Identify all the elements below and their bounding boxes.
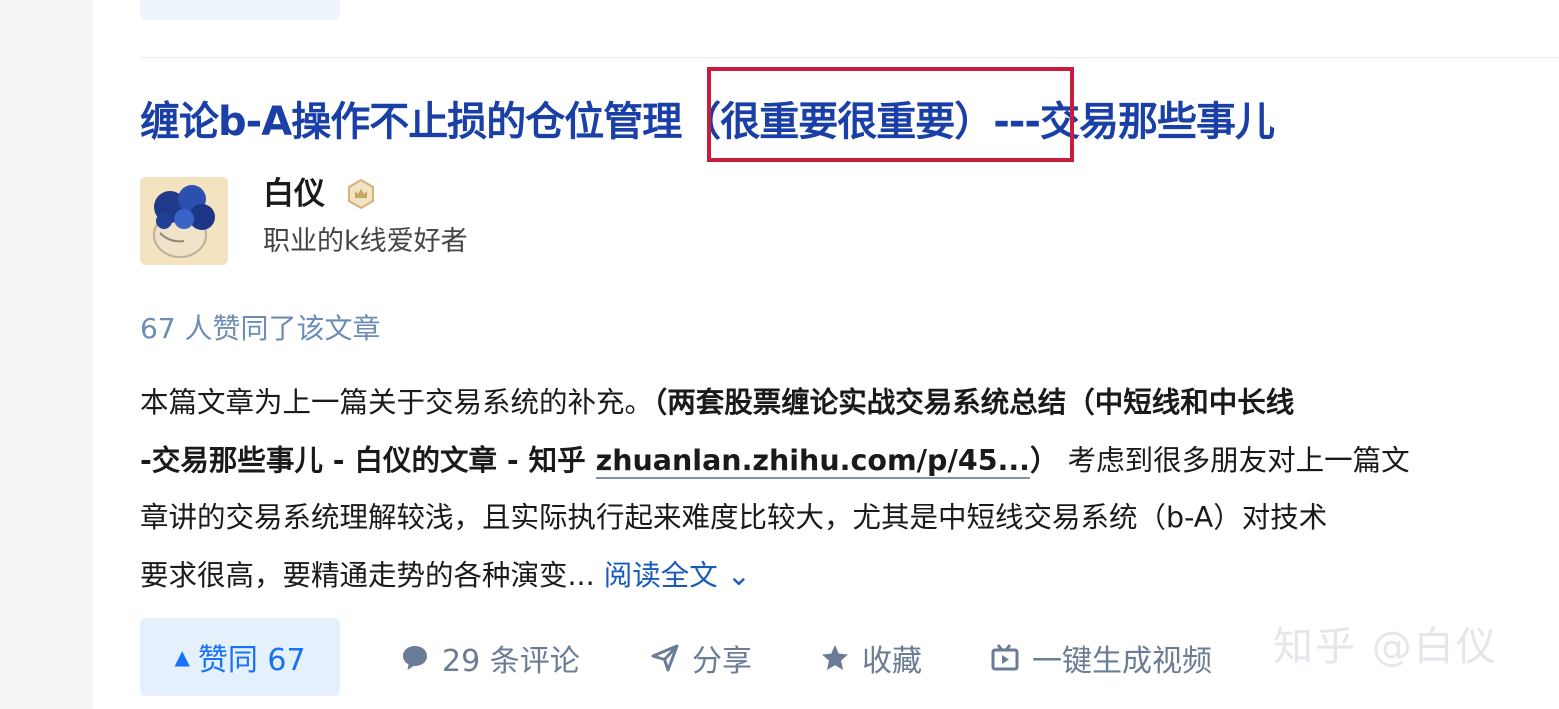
excerpt-bold-text: ） (1030, 443, 1059, 477)
share-icon (651, 644, 679, 672)
excerpt-text: 考虑到很多朋友对上一篇文 (1067, 443, 1410, 477)
comments-button[interactable]: 29 条评论 (400, 636, 580, 680)
star-icon (822, 645, 848, 670)
upvote-button[interactable]: ▲ 赞同 67 (140, 618, 340, 696)
action-bar: ▲ 赞同 67 29 条评论 分享 收藏 一键生成视频 知乎 @白仪 (140, 618, 1559, 696)
article-title[interactable]: 缠论b-A操作不止损的仓位管理（很重要很重要）---交易那些事儿 (140, 92, 1275, 152)
video-icon (991, 644, 1019, 671)
comments-label: 29 条评论 (442, 644, 580, 679)
generate-video-label: 一键生成视频 (1032, 644, 1212, 679)
badge-icon (345, 178, 377, 210)
title-text-pre: 缠论b-A操作不止损的仓位管理 (140, 99, 682, 145)
read-more-label: 阅读全文 (603, 558, 718, 592)
excerpt-line: -交易那些事儿 - 白仪的文章 - 知乎 zhuanlan.zhihu.com/… (140, 432, 1559, 490)
author-bio: 职业的k线爱好者 (263, 226, 468, 257)
excerpt-bold-text: （两套股票缠论实战交易系统总结（中短线和中长线 (653, 386, 1295, 419)
excerpt-text: 要求很高，要精通走势的各种演变... (140, 558, 595, 592)
likes-count: 67 人赞同了该文章 (140, 312, 381, 345)
share-label: 分享 (692, 644, 752, 679)
share-button[interactable]: 分享 (650, 636, 752, 680)
excerpt-line: 要求很高，要精通走势的各种演变... 阅读全文 ⌄ (140, 547, 1559, 605)
excerpt-line: 章讲的交易系统理解较浅，且实际执行起来难度比较大，尤其是中短线交易系统（b-A）… (140, 501, 1328, 534)
favorite-button[interactable]: 收藏 (820, 636, 922, 680)
divider (140, 57, 1559, 58)
read-more-link[interactable]: 阅读全文 ⌄ (604, 559, 751, 592)
excerpt-text: 本篇文章为上一篇关于交易系统的补充。 (140, 386, 654, 419)
article-excerpt[interactable]: 本篇文章为上一篇关于交易系统的补充。（两套股票缠论实战交易系统总结（中短线和中长… (140, 374, 1559, 604)
favorite-label: 收藏 (862, 644, 922, 679)
watermark: 知乎 @白仪 (1273, 624, 1498, 670)
excerpt-line: 本篇文章为上一篇关于交易系统的补充。（两套股票缠论实战交易系统总结（中短线和中长… (140, 374, 1559, 432)
previous-vote-button[interactable] (140, 0, 340, 20)
article-link[interactable]: zhuanlan.zhihu.com/p/45... (595, 443, 1030, 479)
excerpt-bold-text: -交易那些事儿 - 白仪的文章 - 知乎 (140, 443, 596, 477)
generate-video-button[interactable]: 一键生成视频 (990, 636, 1212, 680)
upvote-label: 赞同 67 (197, 643, 306, 678)
author-name[interactable]: 白仪 (263, 174, 325, 214)
avatar[interactable] (140, 177, 228, 265)
upvote-arrow-icon: ▲ (174, 645, 190, 669)
title-text-post: ---交易那些事儿 (993, 99, 1275, 145)
chevron-down-icon: ⌄ (726, 558, 751, 592)
title-text-highlight: （很重要很重要） (681, 99, 994, 145)
comment-icon (403, 646, 427, 670)
article-card: 缠论b-A操作不止损的仓位管理（很重要很重要）---交易那些事儿 白仪 职业的k… (93, 0, 1559, 709)
